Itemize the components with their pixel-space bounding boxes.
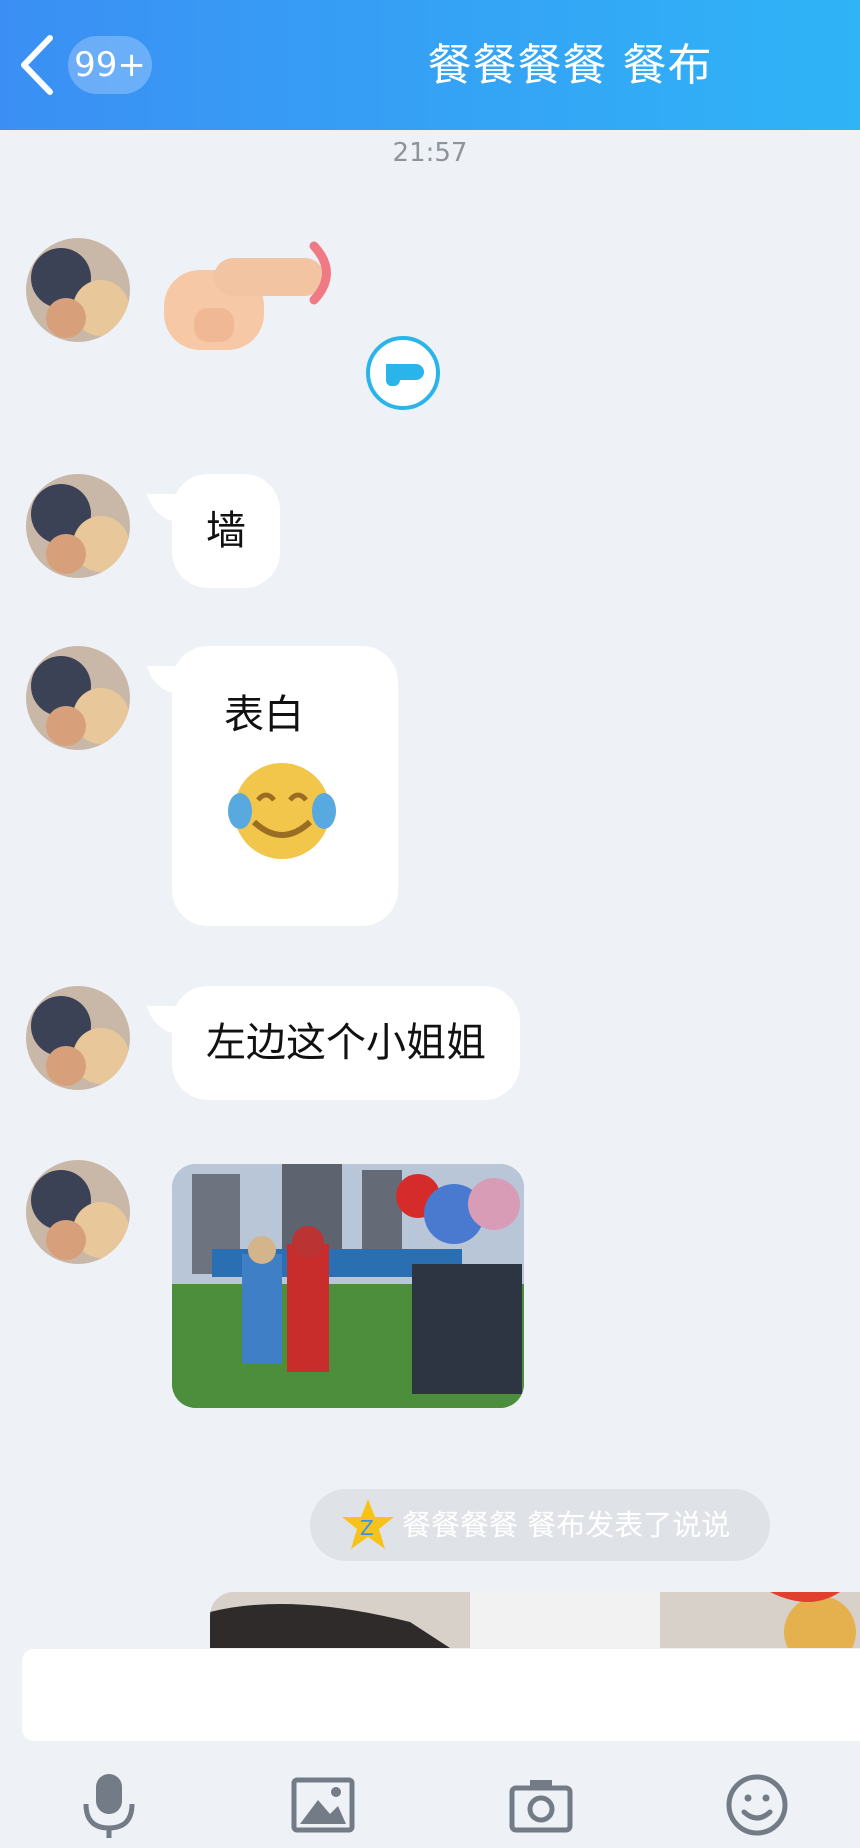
message-bubble[interactable]: 左边这个小姐姐 — [146, 986, 520, 1100]
chevron-left-icon — [21, 35, 53, 95]
sender-avatar[interactable] — [26, 1160, 130, 1264]
voice-button[interactable] — [74, 1770, 144, 1840]
message-text: 左边这个小姐姐 — [206, 1020, 486, 1066]
message-text: 表白 — [224, 692, 304, 738]
sender-avatar[interactable] — [26, 646, 130, 750]
chat-header: 99+ 餐餐餐餐 餐布 — [0, 0, 860, 130]
photo-image — [172, 1164, 524, 1408]
avatar-image — [26, 1160, 130, 1264]
pointing-hand-icon — [385, 364, 424, 386]
image-picker-button[interactable] — [288, 1770, 358, 1840]
message-bubble[interactable]: 墙 — [146, 474, 280, 588]
avatar-image — [26, 238, 130, 342]
camera-icon — [509, 1780, 573, 1833]
photo-message[interactable] — [172, 1164, 524, 1408]
pointing-hand-emoji — [164, 241, 331, 350]
emoji-icon — [726, 1774, 788, 1836]
gesture-message[interactable] — [154, 238, 354, 368]
image-icon — [291, 1777, 355, 1833]
crying-laughing-face-emoji — [228, 763, 336, 859]
qzone-notice[interactable]: Z 餐餐餐餐 餐布发表了说说 — [310, 1489, 770, 1561]
emoji-button[interactable] — [722, 1770, 792, 1840]
avatar-image — [26, 474, 130, 578]
sender-avatar[interactable] — [26, 238, 130, 342]
message-timestamp: 21:57 — [392, 138, 468, 168]
sender-avatar[interactable] — [26, 986, 130, 1090]
microphone-icon — [83, 1774, 135, 1838]
chat-title: 餐餐餐餐 餐布 — [427, 40, 713, 91]
avatar-image — [26, 986, 130, 1090]
unread-count-badge[interactable]: 99+ — [68, 36, 152, 94]
bubble-tail — [146, 666, 186, 694]
gesture-indicator-icon[interactable] — [366, 336, 440, 410]
outgoing-photo-image — [210, 1592, 860, 1648]
camera-button[interactable] — [506, 1770, 576, 1840]
message-bubble[interactable]: 表白 — [146, 646, 398, 926]
avatar-image — [26, 646, 130, 750]
message-text: 墙 — [206, 508, 246, 554]
svg-text:Z: Z — [360, 1516, 374, 1540]
qzone-notice-text: 餐餐餐餐 餐布发表了说说 — [402, 1508, 731, 1542]
qzone-star-icon: Z — [342, 1499, 394, 1549]
outgoing-photo-message[interactable] — [210, 1592, 860, 1648]
back-button[interactable] — [18, 34, 58, 96]
message-input[interactable] — [22, 1649, 860, 1741]
sender-avatar[interactable] — [26, 474, 130, 578]
